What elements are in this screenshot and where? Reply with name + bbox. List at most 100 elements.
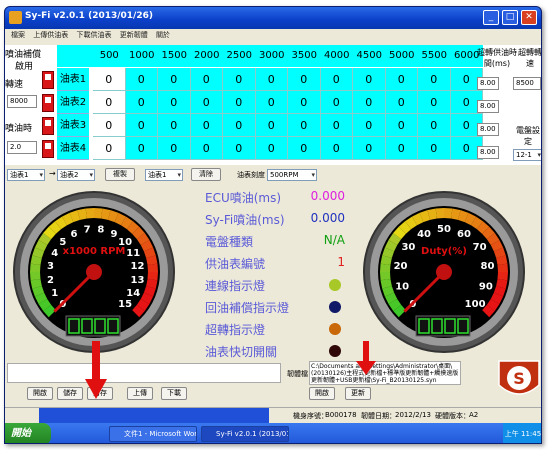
table-cell[interactable]: 0 (418, 68, 451, 91)
column-header: 1000 (125, 45, 158, 67)
clear-map-select[interactable]: 油表1 (145, 169, 183, 181)
table-cell[interactable]: 0 (125, 114, 158, 137)
table-cell[interactable]: 0 (385, 68, 418, 91)
table-cell[interactable]: 0 (93, 91, 126, 114)
overrev-lamp-icon (329, 323, 341, 335)
download-button[interactable]: 下載 (161, 387, 187, 400)
table-cell[interactable]: 0 (385, 91, 418, 114)
gauge-tick-label: 13 (130, 275, 144, 286)
overrev-time-spin-4[interactable]: 8.00 (477, 146, 499, 159)
table-cell[interactable]: 0 (190, 114, 223, 137)
enable-switch-1[interactable] (42, 71, 54, 89)
duty-gauge: 0102030405060708090100Duty(%) (363, 191, 525, 353)
inj-spin[interactable]: 2.0 (7, 141, 37, 154)
overrev-rpm-input[interactable]: 8500 (513, 77, 541, 90)
table-cell[interactable]: 0 (255, 91, 288, 114)
save-button[interactable]: 儲存 (57, 387, 83, 400)
fuel-table: 噴油補償 啟用 轉速 8000 噴油時 2.0 500 1000 1500 2000 2… (5, 45, 542, 165)
enable-switch-4[interactable] (42, 140, 54, 158)
target-map-select[interactable]: 油表2 (57, 169, 95, 181)
upload-button[interactable]: 上傳 (127, 387, 153, 400)
table-cell[interactable]: 0 (158, 137, 191, 160)
table-cell[interactable]: 0 (125, 91, 158, 114)
table-cell[interactable]: 0 (288, 91, 321, 114)
ecu-setting-select[interactable]: 12-1 (513, 149, 541, 161)
table-cell[interactable]: 0 (223, 91, 256, 114)
table-cell[interactable]: 0 (320, 91, 353, 114)
table-cell[interactable]: 0 (418, 91, 451, 114)
table-cell[interactable]: 0 (288, 137, 321, 160)
fuel-map-no-value: 1 (337, 255, 345, 269)
overrev-time-spin-3[interactable]: 8.00 (477, 123, 499, 136)
table-cell[interactable]: 0 (223, 68, 256, 91)
open-firmware-button[interactable]: 開啟 (309, 387, 335, 400)
gauge-tick-label: 20 (394, 261, 408, 272)
table-cell[interactable]: 0 (158, 91, 191, 114)
overrev-time-spin-1[interactable]: 8.00 (477, 77, 499, 90)
clear-button[interactable]: 清除 (191, 168, 221, 181)
table-cell[interactable]: 0 (320, 68, 353, 91)
gauge-tick-label: 12 (130, 261, 144, 272)
menu-item[interactable]: 檔案 (11, 29, 25, 41)
table-cell[interactable]: 0 (418, 137, 451, 160)
status-bar: 機身序號： B000178 韌體日期： 2012/2/13 硬體版本： A2 (5, 407, 541, 424)
rpm-gauge: 0123456789101112131415x1000 RPM (13, 191, 175, 353)
table-cell[interactable]: 0 (190, 137, 223, 160)
enable-switch-3[interactable] (42, 117, 54, 135)
menu-item[interactable]: 上傳供油表 (33, 29, 68, 41)
table-cell[interactable]: 0 (190, 68, 223, 91)
source-map-select[interactable]: 油表1 (7, 169, 45, 181)
overrev-time-spin-2[interactable]: 8.00 (477, 100, 499, 113)
enable-switch-2[interactable] (42, 94, 54, 112)
table-cell[interactable]: 0 (223, 114, 256, 137)
table-cell[interactable]: 0 (320, 114, 353, 137)
table-cell[interactable]: 0 (320, 137, 353, 160)
table-cell[interactable]: 0 (353, 91, 386, 114)
close-button[interactable]: ✕ (521, 10, 537, 25)
table-cell[interactable]: 0 (158, 68, 191, 91)
open-button[interactable]: 開啟 (27, 387, 53, 400)
table-cell[interactable]: 0 (353, 114, 386, 137)
menu-item[interactable]: 下載供油表 (76, 29, 111, 41)
table-cell[interactable]: 0 (255, 68, 288, 91)
menu-item[interactable]: 更新韌體 (120, 29, 148, 41)
gauge-tick-label: 9 (110, 229, 117, 240)
row-label: 油表1 (57, 68, 89, 91)
table-cell[interactable]: 0 (288, 68, 321, 91)
table-cell[interactable]: 0 (385, 137, 418, 160)
table-cell[interactable]: 0 (418, 114, 451, 137)
table-cell[interactable]: 0 (353, 137, 386, 160)
gauge-tick-label: 8 (97, 225, 104, 236)
table-cell[interactable]: 0 (288, 114, 321, 137)
start-button[interactable]: 開始 (5, 423, 51, 443)
table-cell[interactable]: 0 (190, 91, 223, 114)
lamp-label: 回油補償指示燈 (205, 301, 290, 315)
scale-select[interactable]: 500RPM (267, 169, 317, 181)
overrev-rpm-label: 超轉轉速 (518, 48, 542, 68)
table-cell[interactable]: 0 (158, 114, 191, 137)
ecu-injection-label: ECU噴油(ms) (205, 191, 282, 205)
table-cell[interactable]: 0 (93, 114, 126, 137)
table-cell[interactable]: 0 (255, 137, 288, 160)
gauge-tick-label: 3 (47, 261, 54, 272)
copy-button[interactable]: 複製 (105, 168, 135, 181)
table-cell[interactable]: 0 (93, 68, 126, 91)
taskbar-word[interactable]: 文件1 - Microsoft Word (109, 426, 197, 442)
table-cell[interactable]: 0 (223, 137, 256, 160)
maximize-button[interactable]: □ (502, 10, 518, 25)
table-cell[interactable]: 0 (125, 137, 158, 160)
column-header: 3000 (255, 45, 288, 67)
update-button[interactable]: 更新 (345, 387, 371, 400)
table-cell[interactable]: 0 (385, 114, 418, 137)
firmware-path[interactable]: C:\Documents and Settings\Administrator\… (309, 361, 461, 385)
table-cell[interactable]: 0 (125, 68, 158, 91)
table-cell[interactable]: 0 (255, 114, 288, 137)
serial-value: B000178 (325, 411, 357, 419)
table-cell[interactable]: 0 (353, 68, 386, 91)
rpm-spin[interactable]: 8000 (7, 95, 37, 108)
menu-item[interactable]: 關於 (156, 29, 170, 41)
table-cell[interactable]: 0 (93, 137, 126, 160)
taskbar-syfi[interactable]: Sy-Fi v2.0.1 (2013/01/... (201, 426, 289, 442)
minimize-button[interactable]: _ (483, 10, 499, 25)
progress-bar (39, 408, 269, 424)
